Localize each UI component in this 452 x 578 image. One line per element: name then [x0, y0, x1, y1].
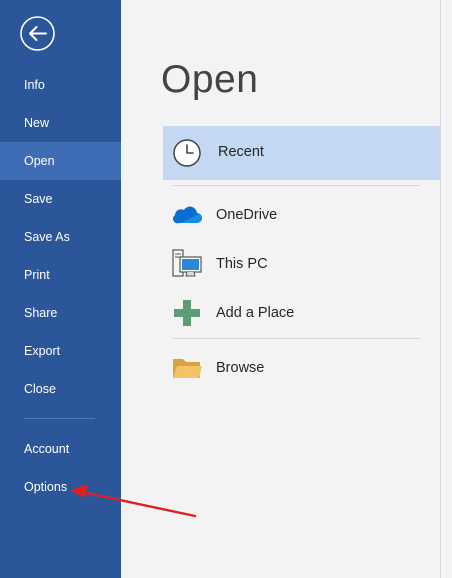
nav-item-options[interactable]: Options — [0, 468, 121, 506]
nav-item-share[interactable]: Share — [0, 294, 121, 332]
nav-item-print[interactable]: Print — [0, 256, 121, 294]
cloud-icon — [170, 198, 204, 232]
nav-item-label: New — [24, 116, 50, 130]
nav-item-label: Print — [24, 268, 50, 282]
back-button[interactable] — [19, 15, 56, 52]
pane-border — [440, 0, 441, 578]
location-label: OneDrive — [216, 207, 278, 223]
divider — [173, 338, 420, 339]
nav-item-info[interactable]: Info — [0, 66, 121, 104]
nav-item-close[interactable]: Close — [0, 370, 121, 408]
nav-item-label: Save As — [24, 230, 70, 244]
location-label: Recent — [218, 144, 264, 160]
sidebar-divider — [24, 418, 95, 419]
back-arrow-icon — [20, 16, 55, 51]
location-browse[interactable]: Browse — [163, 349, 440, 387]
nav-item-label: Open — [24, 154, 55, 168]
computer-icon — [170, 247, 204, 281]
clock-icon — [170, 136, 204, 170]
nav-item-account[interactable]: Account — [0, 430, 121, 468]
location-label: Browse — [216, 360, 265, 376]
nav-item-save[interactable]: Save — [0, 180, 121, 218]
nav-item-export[interactable]: Export — [0, 332, 121, 370]
backstage-sidebar: Info New Open Save Save As Print Share E… — [0, 0, 121, 578]
nav-item-label: Options — [24, 480, 68, 494]
nav-item-label: Info — [24, 78, 45, 92]
location-onedrive[interactable]: OneDrive — [163, 196, 440, 234]
nav-item-save-as[interactable]: Save As — [0, 218, 121, 256]
nav-item-label: Export — [24, 344, 61, 358]
location-recent[interactable]: Recent — [163, 126, 440, 180]
nav-item-new[interactable]: New — [0, 104, 121, 142]
nav-item-label: Close — [24, 382, 56, 396]
nav-item-open[interactable]: Open — [0, 142, 121, 180]
location-label: This PC — [216, 256, 268, 272]
location-add-place[interactable]: Add a Place — [163, 294, 440, 332]
plus-icon — [170, 296, 204, 330]
location-label: Add a Place — [216, 305, 295, 321]
nav-item-label: Account — [24, 442, 70, 456]
folder-icon — [170, 351, 204, 385]
page-title: Open — [161, 58, 259, 101]
location-this-pc[interactable]: This PC — [163, 245, 440, 283]
nav-item-label: Save — [24, 192, 53, 206]
nav-item-label: Share — [24, 306, 58, 320]
divider — [173, 185, 420, 186]
